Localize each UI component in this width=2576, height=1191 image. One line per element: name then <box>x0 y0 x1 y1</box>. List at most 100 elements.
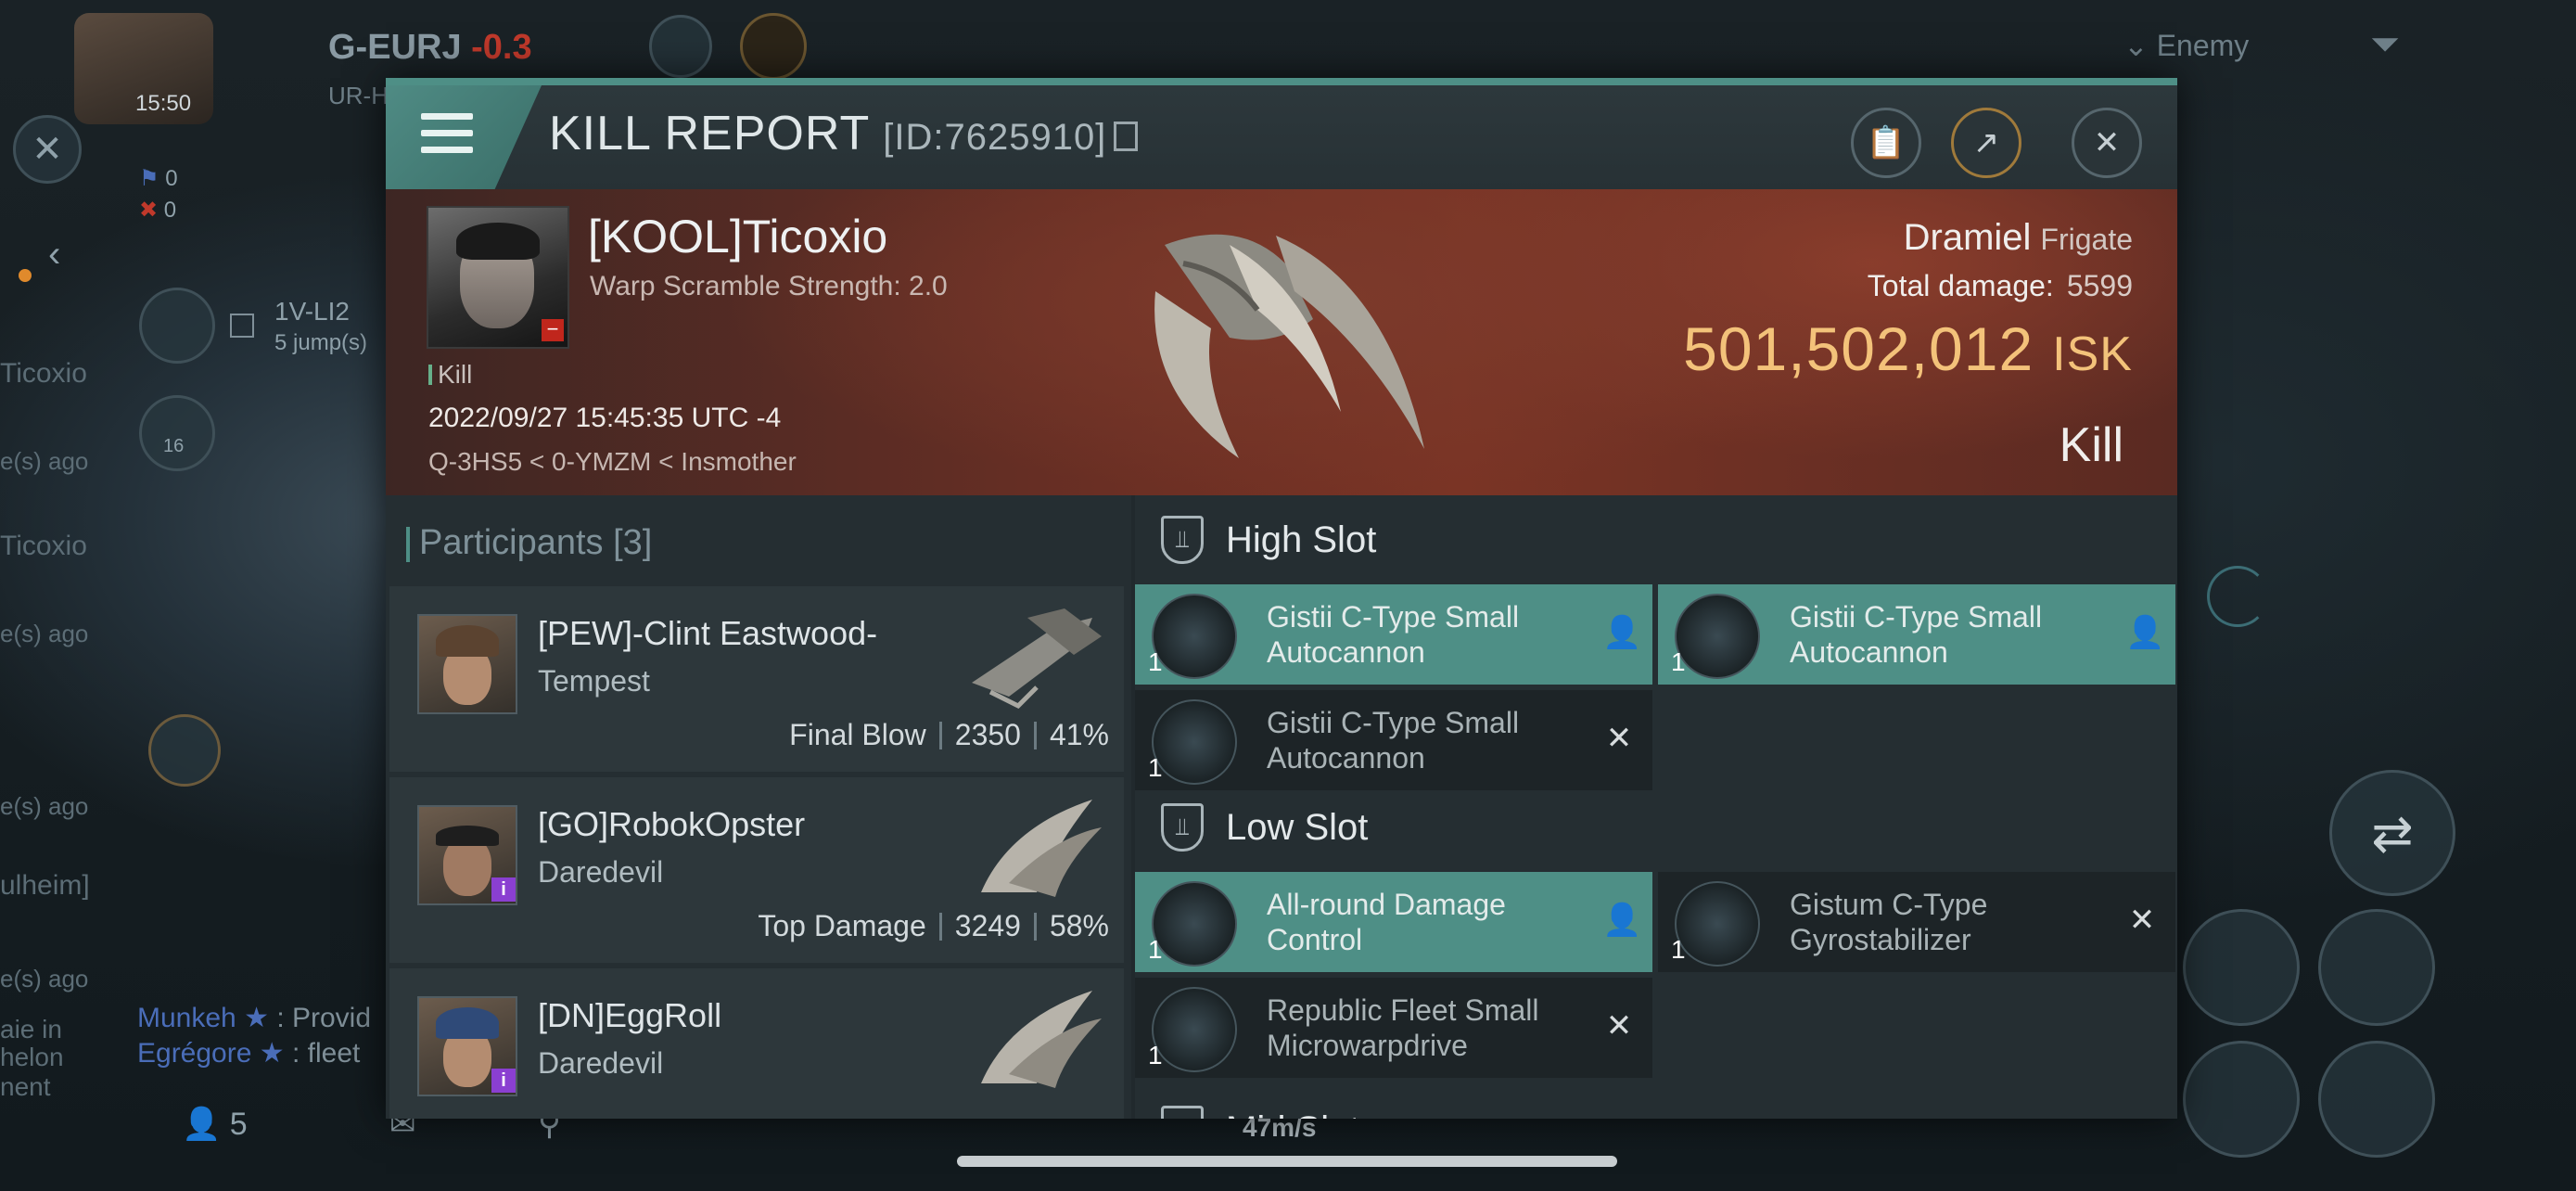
victim-name[interactable]: [KOOL]Ticoxio <box>588 210 887 263</box>
participant-name: [GO]RobokOpster <box>538 805 806 843</box>
fitted-module[interactable]: 1 Republic Fleet Small Microwarpdrive ✕ <box>1135 978 1652 1078</box>
spinner-icon <box>2207 566 2268 627</box>
home-indicator[interactable] <box>957 1156 1617 1167</box>
fitted-module[interactable]: 1 All-round Damage Control 👤 <box>1135 872 1652 972</box>
people-icon[interactable]: 👤 5 <box>182 1106 248 1143</box>
victim-ship-image[interactable] <box>1128 208 1443 477</box>
module-slot-4[interactable] <box>2318 1041 2435 1158</box>
fitted-module[interactable]: 1 Gistii C-Type Small Autocannon 👤 <box>1135 584 1652 685</box>
victim-banner: − [KOOL]Ticoxio Warp Scramble Strength: … <box>386 189 2177 495</box>
avatar <box>417 614 517 714</box>
mid-slot-icon: ⫫ <box>1161 1106 1204 1119</box>
left-list-item-3[interactable]: Ticoxio <box>0 531 111 562</box>
clipboard-button[interactable]: 📋 <box>1851 108 1921 178</box>
navigation-icon[interactable] <box>139 288 215 364</box>
left-list-item-4: e(s) ago <box>0 620 89 647</box>
close-button[interactable]: ✕ <box>2072 108 2142 178</box>
route-checkbox[interactable] <box>230 314 254 338</box>
low-slot-header: ⫫ Low Slot <box>1135 783 2177 872</box>
region-icon[interactable] <box>649 15 712 78</box>
left-list-item-1[interactable]: Ticoxio <box>0 358 111 390</box>
kill-report-dialog: KILL REPORT [ID:7625910] 📋 ↗ ✕ − [KOOL]Ti… <box>386 78 2177 1119</box>
fitted-module[interactable]: 1 Gistum C-Type Gyrostabilizer ✕ <box>1658 872 2175 972</box>
left-list-item-9: helon <box>0 1043 64 1071</box>
participant-row[interactable]: i [GO]RobokOpster Daredevil Top Damage 32… <box>389 777 1124 963</box>
low-slot-title: Low Slot <box>1226 807 1369 848</box>
clock: 15:50 <box>135 91 192 116</box>
fitted-module[interactable]: 1 Gistii C-Type Small Autocannon 👤 <box>1658 584 2175 685</box>
hostile-standing-icon: − <box>542 319 564 341</box>
fitted-module[interactable]: 1 Gistii C-Type Small Autocannon ✕ <box>1135 690 1652 790</box>
participant-stats: Final Blow 2350 41% <box>789 718 1109 751</box>
enemy-filter-dropdown[interactable]: ⌄ Enemy <box>2123 28 2249 63</box>
chat-line-2: Egrégore ★ : fleet <box>137 1038 361 1069</box>
gyrostabilizer-icon <box>1675 881 1760 967</box>
target-icon[interactable] <box>148 714 221 787</box>
module-quantity: 1 <box>1148 647 1163 676</box>
destroyed-x-icon: ✕ <box>2128 903 2156 938</box>
left-list-item-10: nent <box>0 1072 51 1101</box>
clipboard-icon: 📋 <box>1866 125 1906 160</box>
damage-control-icon <box>1152 881 1237 967</box>
isk-value: 501,502,012 ISK <box>1683 314 2133 383</box>
close-panel-icon[interactable]: ✕ <box>13 115 82 184</box>
module-quantity: 1 <box>1148 935 1163 964</box>
dialog-title: KILL REPORT [ID:7625910] <box>549 106 1139 161</box>
participant-name: [PEW]-Clint Eastwood- <box>538 614 878 652</box>
left-list-item-6[interactable]: ulheim] <box>0 870 111 902</box>
swap-icon[interactable]: ⇄ <box>2329 770 2455 896</box>
participant-stats: Top Damage 3249 58% <box>758 909 1109 942</box>
stack-icon[interactable] <box>139 395 215 471</box>
flag-count-2: ✖ 0 <box>139 198 177 223</box>
destroyed-x-icon: ✕ <box>1605 721 1633 756</box>
report-id: [ID:7625910] <box>883 117 1107 158</box>
module-name: Gistii C-Type Small Autocannon <box>1267 706 1520 775</box>
participants-panel: Participants [3] [PEW]-Clint Eastwood- T… <box>386 495 1131 1119</box>
module-name: All-round Damage Control <box>1267 888 1506 956</box>
participant-name: [DN]EggRoll <box>538 996 722 1034</box>
victim-ship[interactable]: Dramiel Frigate <box>1904 217 2133 259</box>
copy-id-icon[interactable] <box>1114 122 1139 152</box>
sun-icon[interactable] <box>740 13 807 80</box>
dropped-person-icon: 👤 <box>1602 615 1642 650</box>
chat-line-1: Munkeh ★ : Provid <box>137 1003 372 1033</box>
module-slot-1[interactable] <box>2183 909 2300 1026</box>
module-quantity: 1 <box>1148 753 1163 782</box>
high-slot-header: ⫫ High Slot <box>1135 495 2177 584</box>
high-slot-icon: ⫫ <box>1161 516 1204 564</box>
participant-row[interactable]: [PEW]-Clint Eastwood- Tempest Final Blow… <box>389 586 1124 772</box>
menu-button[interactable] <box>386 85 542 189</box>
participant-ship: Tempest <box>538 664 650 698</box>
high-slot-title: High Slot <box>1226 519 1377 560</box>
participant-row[interactable]: i [DN]EggRoll Daredevil <box>389 968 1124 1119</box>
module-name: Gistum C-Type Gyrostabilizer <box>1790 888 1988 956</box>
fittings-panel: ⫫ High Slot 1 Gistii C-Type Small Autoca… <box>1135 495 2177 1119</box>
autocannon-icon <box>1152 699 1237 785</box>
system-name[interactable]: G-EURJ -0.3 <box>328 28 532 68</box>
filter-icon[interactable]: ⏷ <box>2370 24 2400 66</box>
kill-location[interactable]: Q-3HS5 < 0-YMZM < Insmother <box>428 447 797 477</box>
mid-slot-title: Mid Slot <box>1226 1109 1360 1119</box>
autocannon-icon <box>1675 594 1760 679</box>
module-slot-3[interactable] <box>2183 1041 2300 1158</box>
notification-dot <box>19 269 32 282</box>
left-list-item-7: e(s) ago <box>0 965 89 992</box>
module-slot-2[interactable] <box>2318 909 2435 1026</box>
result-label: Kill <box>2059 418 2123 472</box>
module-quantity: 1 <box>1148 1041 1163 1069</box>
destroyed-x-icon: ✕ <box>1605 1008 1633 1044</box>
kill-tag: Kill <box>428 360 472 390</box>
dropped-person-icon: 👤 <box>2125 615 2165 650</box>
route-name: 1V-LI2 <box>274 297 350 326</box>
collapse-chevron-icon[interactable]: ‹ <box>48 234 60 275</box>
stack-count: 16 <box>163 436 185 456</box>
module-name: Gistii C-Type Small Autocannon <box>1267 600 1520 669</box>
mid-slot-header: ⫫ Mid Slot <box>1135 1085 2177 1119</box>
route-jumps: 5 jump(s) <box>274 330 368 355</box>
corp-info-icon: i <box>491 877 516 902</box>
flag-count-1: ⚑ 0 <box>139 166 178 191</box>
module-quantity: 1 <box>1671 935 1686 964</box>
share-button[interactable]: ↗ <box>1951 108 2021 178</box>
left-list-item-2: e(s) ago <box>0 447 89 475</box>
daredevil-ship-image <box>981 991 1102 1088</box>
